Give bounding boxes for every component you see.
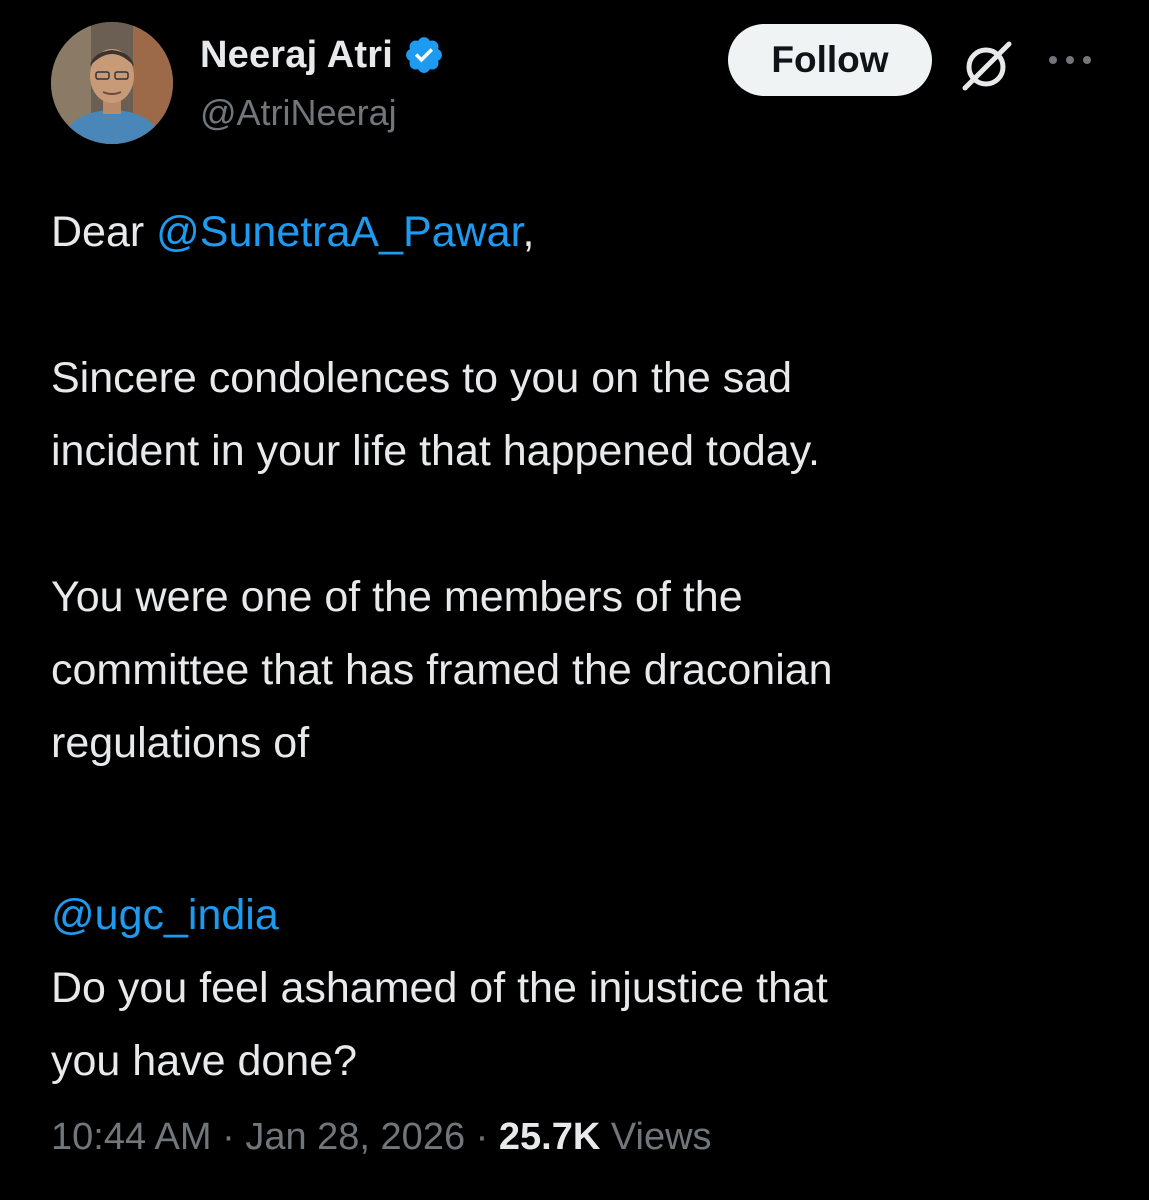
- tweet-time[interactable]: 10:44 AM: [51, 1116, 212, 1158]
- text-line: committee that has framed the draconian: [51, 646, 833, 694]
- views-count: 25.7K: [498, 1116, 601, 1158]
- greeting-line: Dear @SunetraA_Pawar,: [51, 196, 1111, 269]
- author-handle[interactable]: @AtriNeeraj: [200, 92, 397, 134]
- text-line: regulations of: [51, 719, 310, 767]
- text-line: Sincere condolences to you on the sad: [51, 354, 793, 402]
- mention-link[interactable]: @ugc_india: [51, 879, 1111, 952]
- avatar[interactable]: [51, 22, 173, 144]
- display-name[interactable]: Neeraj Atri: [200, 34, 393, 77]
- tweet-meta: 10:44 AM · Jan 28, 2026 · 25.7K Views: [51, 1116, 712, 1159]
- meta-separator: ·: [222, 1116, 235, 1158]
- meta-separator: ·: [475, 1116, 489, 1158]
- tweet-date[interactable]: Jan 28, 2026: [245, 1116, 465, 1158]
- views-label: Views: [610, 1116, 712, 1158]
- greeting-suffix: ,: [522, 208, 535, 256]
- tweet-text: Dear @SunetraA_Pawar, Sincere condolence…: [51, 196, 1111, 1098]
- mention-link[interactable]: @SunetraA_Pawar: [156, 208, 522, 256]
- grok-icon[interactable]: [956, 38, 1018, 92]
- text-line: Do you feel ashamed of the injustice tha…: [51, 964, 828, 1012]
- tweet: Neeraj Atri @AtriNeeraj Follow Dear @Sun…: [0, 0, 1149, 1200]
- text-line: You were one of the members of the: [51, 573, 743, 621]
- follow-button[interactable]: Follow: [728, 24, 932, 96]
- author-name-row[interactable]: Neeraj Atri: [200, 30, 445, 80]
- more-icon[interactable]: [1046, 52, 1094, 68]
- text-line: you have done?: [51, 1037, 358, 1085]
- verified-badge-icon: [406, 37, 442, 73]
- text-line: incident in your life that happened toda…: [51, 427, 820, 475]
- greeting-prefix: Dear: [51, 208, 157, 256]
